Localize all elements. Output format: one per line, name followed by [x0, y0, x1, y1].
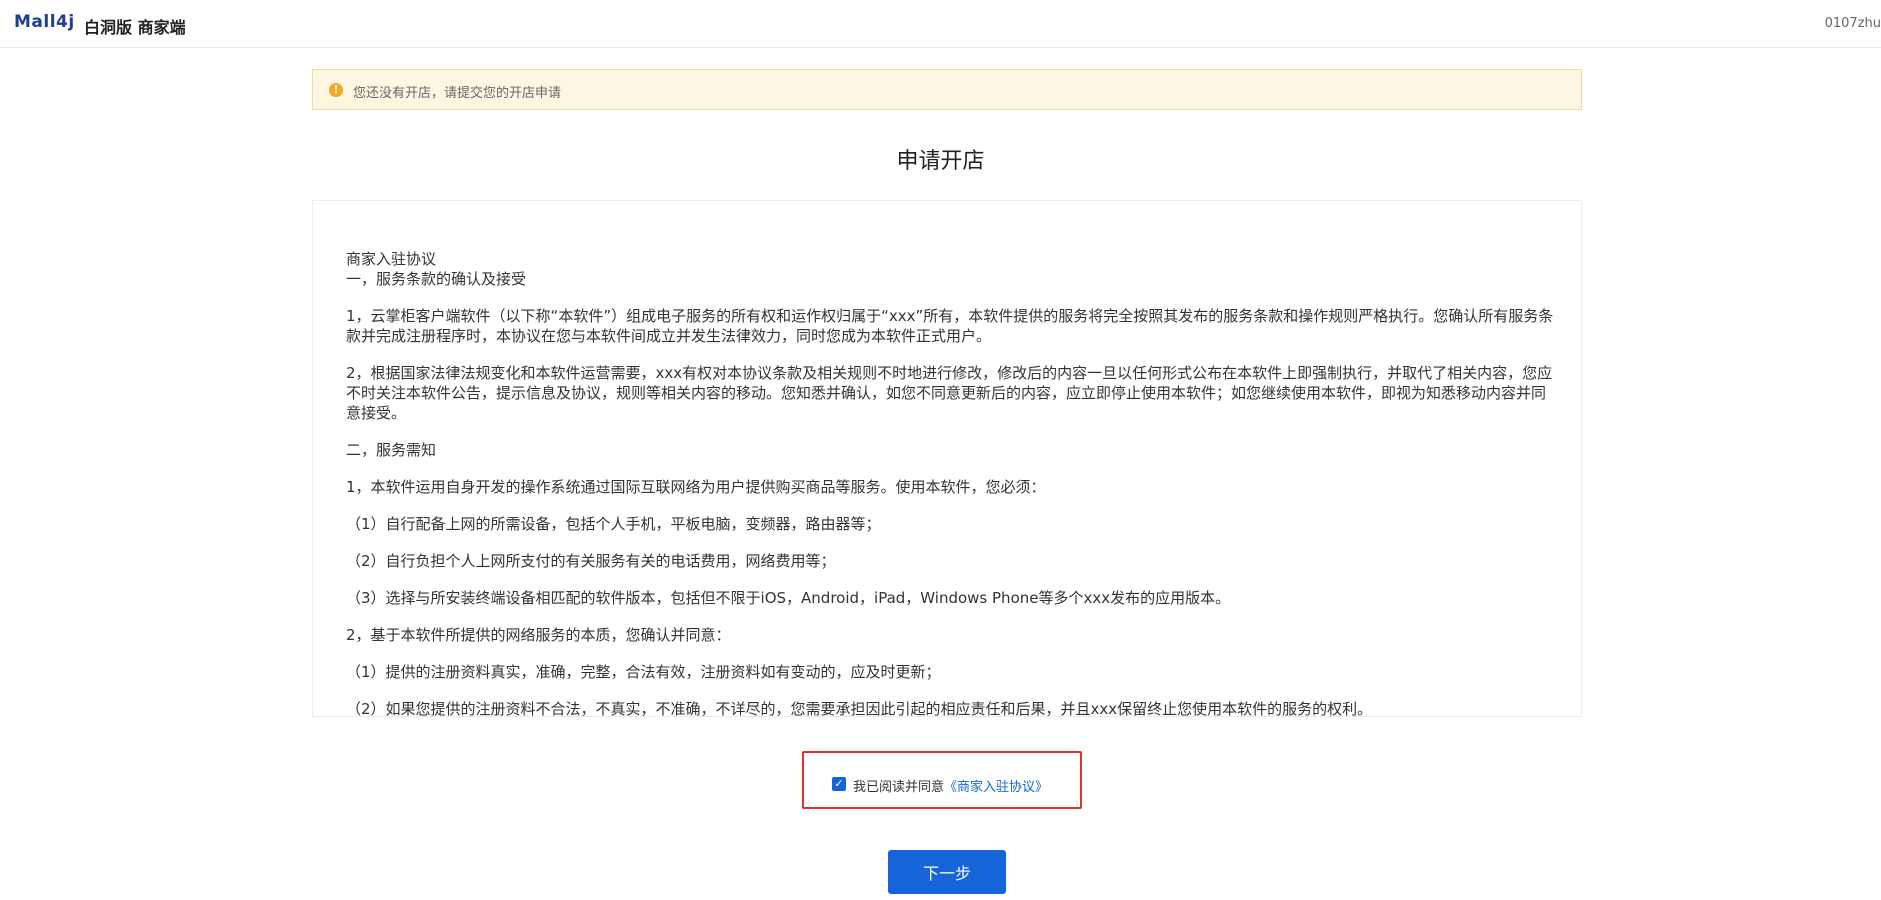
consent-text: 我已阅读并同意	[853, 780, 945, 795]
agreement-paragraph: （2）如果您提供的注册资料不合法，不真实，不准确，不详尽的，您需要承担因此引起的…	[346, 700, 1373, 717]
agreement-section-heading: 一，服务条款的确认及接受	[346, 270, 527, 288]
agreement-paragraph: （1）自行配备上网的所需设备，包括个人手机，平板电脑，变频器，路由器等；	[346, 515, 881, 533]
notice-text: 您还没有开店，请提交您的开店申请	[353, 86, 562, 101]
next-step-button[interactable]: 下一步	[888, 850, 1006, 894]
agree-checkbox[interactable]: ✓	[832, 777, 846, 791]
agreement-paragraph: 1，云掌柜客户端软件（以下称“本软件”）组成电子服务的所有权和运作权归属于“xx…	[346, 307, 1554, 345]
agreement-paragraph: 2，基于本软件所提供的网络服务的本质，您确认并同意：	[346, 626, 731, 644]
agreement-paragraph: （3）选择与所安装终端设备相匹配的软件版本，包括但不限于iOS，Android，…	[346, 589, 1231, 607]
agreement-paragraph: 2，根据国家法律法规变化和本软件运营需要，xxx有权对本协议条款及相关规则不时地…	[346, 364, 1553, 422]
agreement-content: 商家入驻协议 一，服务条款的确认及接受 1，云掌柜客户端软件（以下称“本软件”）…	[346, 249, 1556, 717]
logo: Mall4j	[14, 12, 75, 32]
consent-box: ✓ 我已阅读并同意《商家入驻协议》	[802, 751, 1082, 809]
agreement-paragraph: 1，本软件运用自身开发的操作系统通过国际互联网络为用户提供购买商品等服务。使用本…	[346, 478, 1046, 496]
agreement-title: 商家入驻协议	[346, 250, 437, 268]
top-bar: Mall4j 白洞版 商家端 0107zhu	[0, 0, 1881, 48]
agreement-scroll-box[interactable]: 商家入驻协议 一，服务条款的确认及接受 1，云掌柜客户端软件（以下称“本软件”）…	[312, 200, 1582, 717]
page-title: 申请开店	[896, 149, 985, 174]
edition-label: 白洞版 商家端	[84, 18, 186, 37]
notice-banner: ! 您还没有开店，请提交您的开店申请	[312, 69, 1582, 110]
agreement-link[interactable]: 《商家入驻协议》	[944, 780, 1048, 795]
agreement-paragraph: （1）提供的注册资料真实，准确，完整，合法有效，注册资料如有变动的，应及时更新；	[346, 663, 941, 681]
agreement-section-heading: 二，服务需知	[346, 441, 437, 459]
agreement-paragraph: （2）自行负担个人上网所支付的有关服务有关的电话费用，网络费用等；	[346, 552, 836, 570]
consent-label: 我已阅读并同意《商家入驻协议》	[853, 776, 1048, 795]
warning-icon: !	[329, 83, 343, 97]
user-menu[interactable]: 0107zhu	[1825, 16, 1881, 31]
